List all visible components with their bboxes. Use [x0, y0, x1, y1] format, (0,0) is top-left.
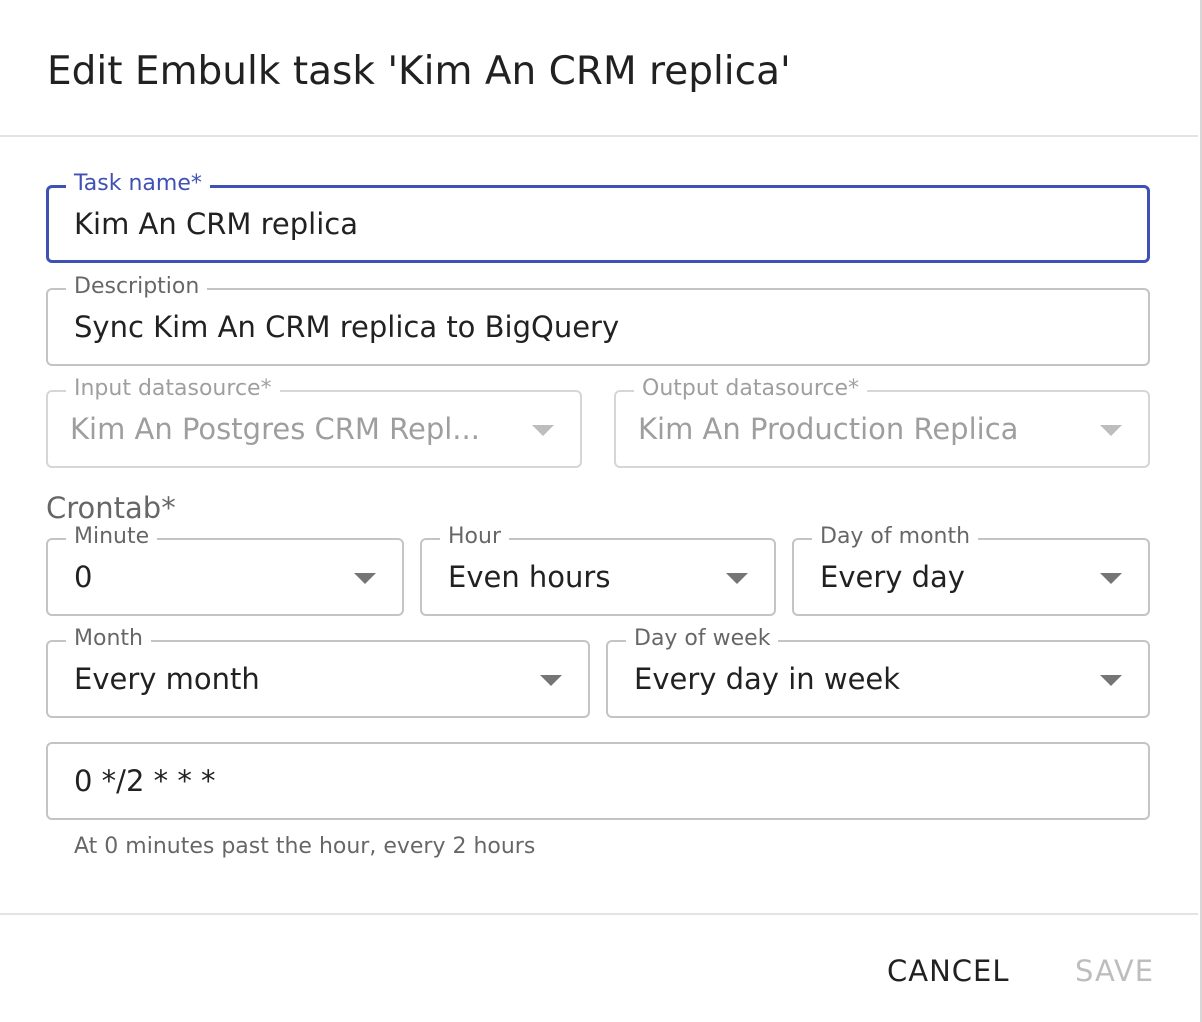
output-datasource-value: Kim An Production Replica — [638, 412, 1019, 446]
output-datasource-select: Output datasource* Kim An Production Rep… — [614, 374, 1150, 468]
hour-value: Even hours — [448, 560, 611, 594]
month-label: Month — [66, 624, 151, 654]
cron-expression-field[interactable]: 0 */2 * * * — [46, 742, 1150, 820]
input-datasource-label: Input datasource* — [66, 374, 280, 404]
minute-select[interactable]: Minute 0 — [46, 522, 404, 616]
task-name-field[interactable]: Task name* Kim An CRM replica — [46, 169, 1150, 263]
cron-expression-input[interactable]: 0 */2 * * * — [74, 763, 216, 799]
hour-label: Hour — [440, 522, 509, 552]
chevron-down-icon — [540, 675, 562, 686]
save-button[interactable]: SAVE — [1075, 948, 1154, 994]
header-divider — [0, 135, 1198, 137]
crontab-label: Crontab* — [46, 491, 176, 525]
chevron-down-icon — [354, 573, 376, 584]
footer-divider — [0, 913, 1198, 915]
day-of-week-value: Every day in week — [634, 662, 901, 696]
day-of-week-label: Day of week — [626, 624, 779, 654]
input-datasource-value: Kim An Postgres CRM Repl... — [70, 412, 480, 446]
description-field[interactable]: Description Sync Kim An CRM replica to B… — [46, 272, 1150, 366]
minute-value: 0 — [74, 560, 93, 594]
output-datasource-label: Output datasource* — [634, 374, 868, 404]
task-name-input[interactable]: Kim An CRM replica — [74, 206, 358, 242]
chevron-down-icon — [1100, 675, 1122, 686]
description-input[interactable]: Sync Kim An CRM replica to BigQuery — [74, 309, 619, 345]
day-of-month-value: Every day — [820, 560, 965, 594]
cron-helper-text: At 0 minutes past the hour, every 2 hour… — [74, 834, 536, 859]
chevron-down-icon — [1100, 425, 1122, 436]
chevron-down-icon — [532, 425, 554, 436]
cancel-button[interactable]: CANCEL — [887, 948, 1010, 994]
month-value: Every month — [74, 662, 260, 696]
month-select[interactable]: Month Every month — [46, 624, 590, 718]
task-name-label: Task name* — [66, 169, 210, 199]
chevron-down-icon — [1100, 573, 1122, 584]
edit-task-dialog: Edit Embulk task 'Kim An CRM replica' Ta… — [0, 0, 1202, 1022]
day-of-week-select[interactable]: Day of week Every day in week — [606, 624, 1150, 718]
hour-select[interactable]: Hour Even hours — [420, 522, 776, 616]
chevron-down-icon — [726, 573, 748, 584]
dialog-title: Edit Embulk task 'Kim An CRM replica' — [47, 49, 791, 94]
input-datasource-select: Input datasource* Kim An Postgres CRM Re… — [46, 374, 582, 468]
day-of-month-label: Day of month — [812, 522, 979, 552]
minute-label: Minute — [66, 522, 158, 552]
day-of-month-select[interactable]: Day of month Every day — [792, 522, 1150, 616]
description-label: Description — [66, 272, 208, 302]
